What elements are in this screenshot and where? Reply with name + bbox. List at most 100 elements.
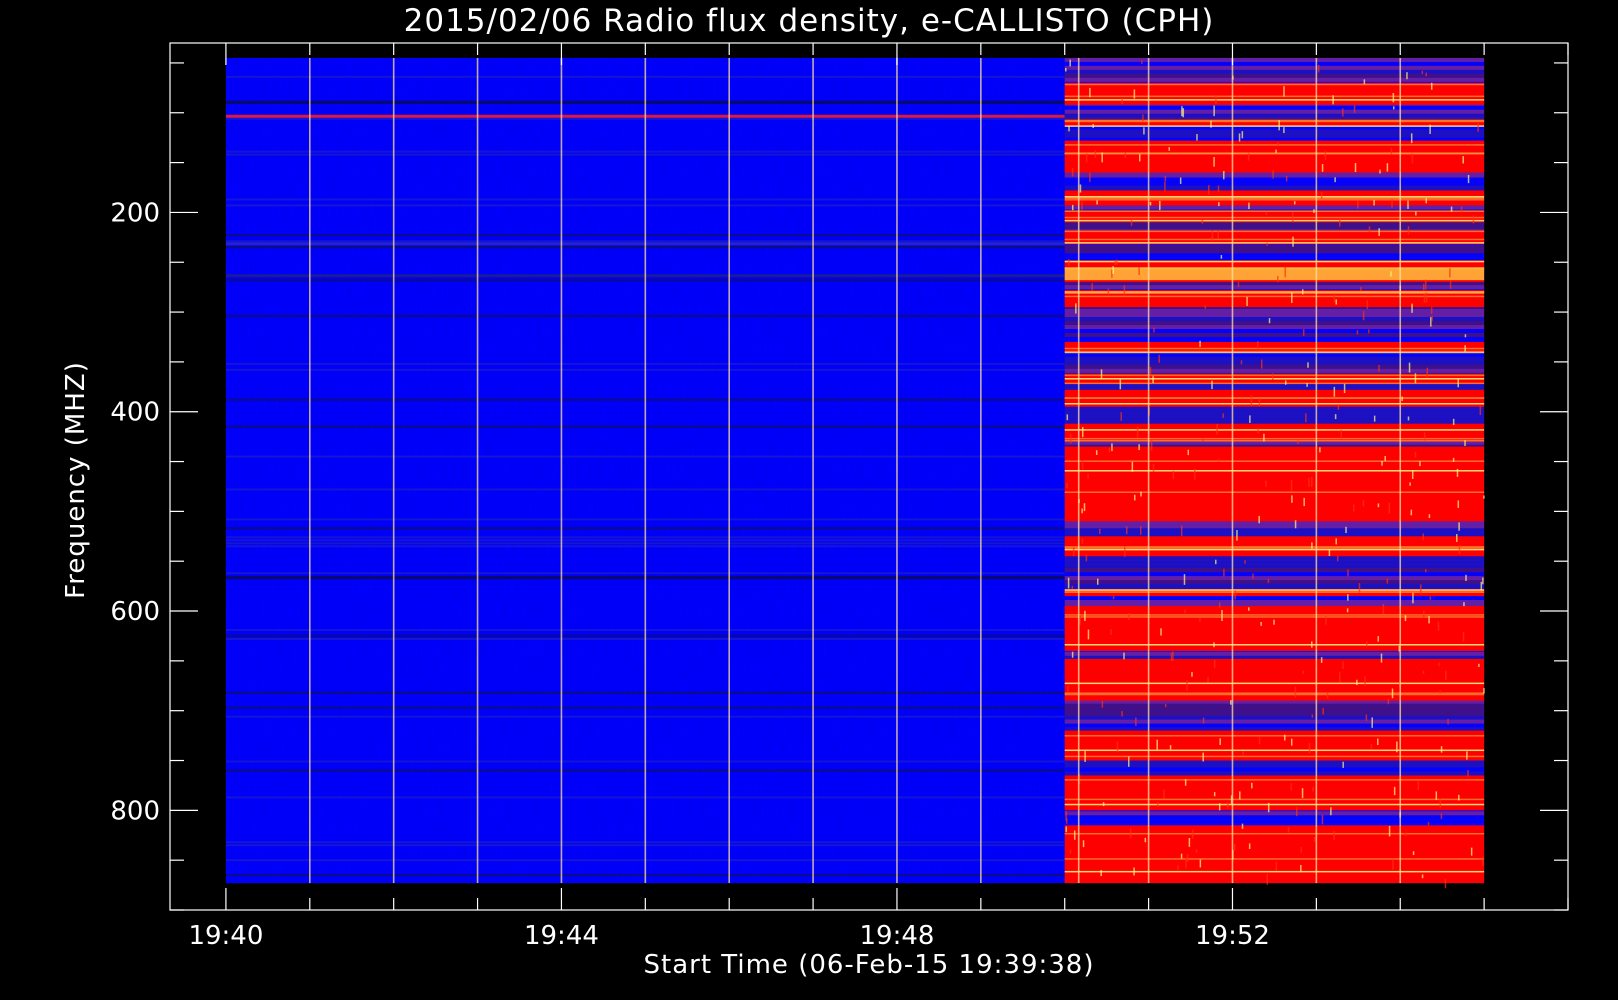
speckle [1410,509,1413,516]
speckle [1458,545,1461,555]
speckle [1457,378,1460,388]
speckle [1429,596,1432,600]
enhanced-line [1064,711,1485,716]
speckle [1285,175,1288,182]
speckle [1082,840,1085,848]
speckle [1392,92,1395,103]
speckle [1244,560,1246,564]
speckle [1300,864,1302,872]
speckle [1338,672,1341,683]
enhanced-line [1064,113,1485,118]
speckle [1390,147,1393,155]
speckle [1449,281,1452,290]
speckle [1111,443,1113,452]
speckle [1163,789,1165,799]
speckle [1140,491,1142,497]
speckle [1360,286,1362,291]
speckle [1462,156,1464,164]
bright-streak [1064,295,1485,298]
speckle [1366,300,1369,310]
speckle [1411,153,1414,164]
speckle [1164,703,1167,708]
speckle [1302,289,1304,295]
enhanced-line [1064,771,1485,776]
speckle [1321,163,1324,172]
speckle [1221,610,1223,621]
speckle [1073,830,1076,840]
speckle [1294,686,1297,698]
speckle [1306,383,1308,387]
speckle [1263,433,1265,442]
enhanced-line [1064,576,1485,581]
speckle [1216,423,1218,435]
speckle [1227,802,1229,809]
speckle [1414,373,1417,384]
enhanced-line [1064,580,1485,585]
speckle [1071,651,1074,658]
speckle [1311,714,1314,718]
speckle [1186,680,1188,691]
speckle [1094,150,1097,158]
speckle [1234,590,1236,600]
enhanced-line [1064,819,1485,824]
speckle [1141,60,1143,64]
spike-line [392,57,395,884]
spike-line [1077,57,1080,884]
speckle [1325,616,1327,625]
speckle [1393,786,1396,796]
speckle [1241,823,1244,829]
speckle [1483,688,1485,694]
speckle [1138,267,1140,276]
speckle [1467,174,1470,184]
speckle [1291,495,1293,503]
enhanced-line [1064,249,1485,254]
speckle [1128,613,1130,620]
bright-streak [1064,119,1485,122]
speckle [1290,783,1292,791]
speckle [1084,610,1086,622]
speckle [1386,163,1389,172]
speckle [1079,615,1081,625]
bright-streak [1064,735,1485,737]
speckle [1265,480,1267,487]
speckle [1083,503,1086,512]
speckle [1464,440,1466,447]
speckle [1296,806,1298,817]
enhanced-line [1064,528,1485,533]
speckle [1313,209,1315,213]
enhanced-line [1064,600,1485,605]
speckle [1144,837,1147,843]
speckle [1423,432,1426,441]
speckle [1149,201,1152,206]
speckle [1302,329,1305,337]
enhanced-line [1064,556,1485,561]
bright-streak [1064,242,1485,244]
bright-streak [1064,230,1485,233]
speckle [1267,578,1270,583]
spike-line [1315,57,1318,884]
bright-streak [1064,548,1485,551]
speckle [1217,185,1220,192]
bright-streak [1064,692,1485,694]
spike-line [1399,57,1402,884]
spike-line [560,57,563,884]
bright-streak [1064,798,1485,801]
speckle [1159,200,1161,211]
speckle [1380,653,1383,663]
speckle [1284,734,1286,741]
speckle [1258,398,1261,407]
speckle [1308,743,1311,754]
speckle [1440,746,1443,753]
enhanced-line [1064,416,1485,421]
enhanced-line [1064,285,1485,290]
speckle [1101,700,1104,708]
speckle [1320,191,1323,199]
bright-streak [1064,682,1485,685]
speckle [1129,828,1132,839]
enhanced-line [1064,321,1485,326]
speckle [1099,528,1101,534]
speckle [1265,211,1268,215]
speckle [1425,72,1427,77]
speckle [1139,526,1142,535]
speckle [1272,170,1274,179]
